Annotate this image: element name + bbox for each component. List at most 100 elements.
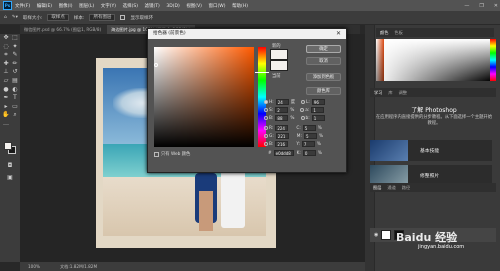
field-s-input[interactable]: 2: [275, 107, 289, 113]
field-g-input[interactable]: 221: [275, 133, 289, 139]
clone-stamp-icon[interactable]: ⊥: [2, 68, 10, 75]
visibility-eye-icon[interactable]: ◉: [374, 232, 378, 238]
radio-b[interactable]: [264, 116, 268, 120]
marquee-tool-icon[interactable]: ⬚: [11, 34, 19, 41]
field-k-input[interactable]: 0: [302, 150, 316, 156]
tab-channels[interactable]: 通道: [387, 185, 395, 191]
more-tools-icon[interactable]: …: [2, 120, 10, 127]
minimize-icon[interactable]: —: [464, 3, 469, 9]
menu-file[interactable]: 文件(F): [15, 4, 30, 9]
field-unit: %: [317, 150, 322, 156]
menu-filter[interactable]: 滤镜(T): [145, 4, 160, 9]
field-label: H:: [269, 99, 274, 105]
color-libraries-button[interactable]: 颜色库: [306, 87, 341, 95]
field-c-input[interactable]: 5: [302, 125, 316, 131]
menu-type[interactable]: 文字(Y): [101, 4, 116, 9]
hand-tool-icon[interactable]: ✋: [2, 111, 10, 118]
field-h-input[interactable]: 24: [275, 99, 289, 105]
shape-tool-icon[interactable]: ▭: [11, 103, 19, 110]
maximize-icon[interactable]: ❐: [479, 3, 483, 9]
radio-g[interactable]: [264, 134, 268, 138]
menu-edit[interactable]: 编辑(E): [37, 4, 52, 9]
menu-image[interactable]: 图像(I): [59, 4, 73, 9]
menu-view[interactable]: 视图(V): [186, 4, 202, 9]
eyedropper-icon[interactable]: ✎: [11, 51, 19, 58]
field-y-input[interactable]: 7: [301, 141, 315, 147]
web-only-checkbox[interactable]: [154, 151, 159, 157]
color-panel-hue-slider[interactable]: [490, 39, 496, 81]
pen-tool-icon[interactable]: ✒: [2, 94, 10, 101]
lasso-tool-icon[interactable]: ◌: [2, 43, 10, 50]
zoom-tool-icon[interactable]: ⌕: [11, 111, 19, 118]
tab-learn[interactable]: 学习: [374, 90, 382, 96]
cancel-button[interactable]: 取消: [306, 57, 341, 65]
radio-r[interactable]: [264, 126, 268, 130]
color-selection-cursor[interactable]: [154, 63, 158, 67]
field-rgb-b-input[interactable]: 216: [275, 141, 289, 147]
current-color-swatch[interactable]: [270, 60, 288, 71]
radio-s[interactable]: [264, 108, 268, 112]
crop-tool-icon[interactable]: ⌗: [2, 51, 10, 58]
field-row-s: S: 2 % a: 1: [264, 107, 326, 113]
doc-tab-1[interactable]: 微信图片.psd @ 66.7% (图层1, RGB/8): [20, 25, 106, 34]
dialog-close-icon[interactable]: ✕: [336, 29, 341, 39]
radio-h[interactable]: [264, 100, 268, 104]
blur-tool-icon[interactable]: ●: [2, 86, 10, 93]
menu-window[interactable]: 窗口(W): [209, 4, 226, 9]
screen-mode-icon[interactable]: ▣: [6, 174, 14, 181]
foreground-color-swatch[interactable]: [4, 142, 12, 150]
quick-select-icon[interactable]: ✦: [11, 43, 19, 50]
radio-l[interactable]: [300, 100, 305, 104]
menu-select[interactable]: 选择(S): [123, 4, 138, 9]
gradient-tool-icon[interactable]: ▤: [11, 77, 19, 84]
saturation-brightness-field[interactable]: [154, 47, 254, 147]
field-r-input[interactable]: 224: [275, 125, 289, 131]
add-to-swatches-button[interactable]: 添加到色板: [306, 73, 341, 81]
radio-lab-b[interactable]: [300, 116, 305, 120]
tab-color[interactable]: 颜色: [380, 30, 388, 36]
show-ring-checkbox[interactable]: [120, 15, 126, 20]
menu-3d[interactable]: 3D(D): [166, 4, 179, 9]
menu-layer[interactable]: 图层(L): [79, 4, 94, 9]
sample-label: 样本:: [73, 15, 85, 21]
field-m-input[interactable]: 5: [303, 133, 317, 139]
tab-swatches[interactable]: 色板: [394, 30, 402, 36]
radio-a[interactable]: [300, 108, 305, 112]
home-icon[interactable]: ⌂: [4, 15, 7, 20]
quick-mask-icon[interactable]: ◘: [6, 162, 14, 169]
field-lab-b-input[interactable]: 1: [311, 115, 325, 121]
learn-card-basic-skills[interactable]: 基本技能: [370, 140, 492, 161]
radio-rgb-b[interactable]: [264, 142, 268, 146]
field-label: C:: [296, 125, 301, 131]
tab-adjustments[interactable]: 调整: [399, 90, 407, 96]
dodge-tool-icon[interactable]: ◐: [11, 86, 19, 93]
ok-button[interactable]: 确定: [306, 45, 341, 53]
brush-tool-icon[interactable]: ✏: [11, 60, 19, 67]
tab-layers[interactable]: 图层: [373, 185, 381, 191]
healing-brush-icon[interactable]: ✚: [2, 60, 10, 67]
menu-items: 文件(F) 编辑(E) 图像(I) 图层(L) 文字(Y) 选择(S) 滤镜(T…: [15, 3, 253, 9]
field-label: M:: [296, 133, 302, 139]
hue-slider[interactable]: [258, 47, 266, 147]
close-icon[interactable]: ✕: [494, 3, 498, 9]
field-a-input[interactable]: 1: [311, 107, 325, 113]
sample-size-select[interactable]: 取样点: [47, 14, 69, 21]
field-b-input[interactable]: 88: [275, 115, 289, 121]
sample-select[interactable]: 所有图层: [89, 14, 116, 21]
menu-help[interactable]: 帮助(H): [232, 4, 248, 9]
field-row-h: H: 24 度 L: 96: [264, 99, 327, 105]
watermark-logo: Baidu 经验: [396, 231, 458, 244]
learn-panel-tabs: 学习 库 调整: [370, 88, 496, 97]
hex-input[interactable]: e0ddd8: [273, 150, 294, 156]
color-panel-picker[interactable]: [376, 39, 492, 81]
field-l-input[interactable]: 96: [311, 99, 325, 105]
hue-slider-marker[interactable]: [255, 72, 269, 73]
eyedropper-tool-icon[interactable]: ✎▾: [12, 15, 18, 20]
path-select-icon[interactable]: ▸: [2, 103, 10, 110]
history-brush-icon[interactable]: ↺: [11, 68, 19, 75]
type-tool-icon[interactable]: T: [11, 94, 19, 101]
tab-paths[interactable]: 路径: [402, 185, 410, 191]
move-tool-icon[interactable]: ✥: [2, 34, 10, 41]
tab-libraries[interactable]: 库: [388, 90, 392, 96]
eraser-tool-icon[interactable]: ▱: [2, 77, 10, 84]
